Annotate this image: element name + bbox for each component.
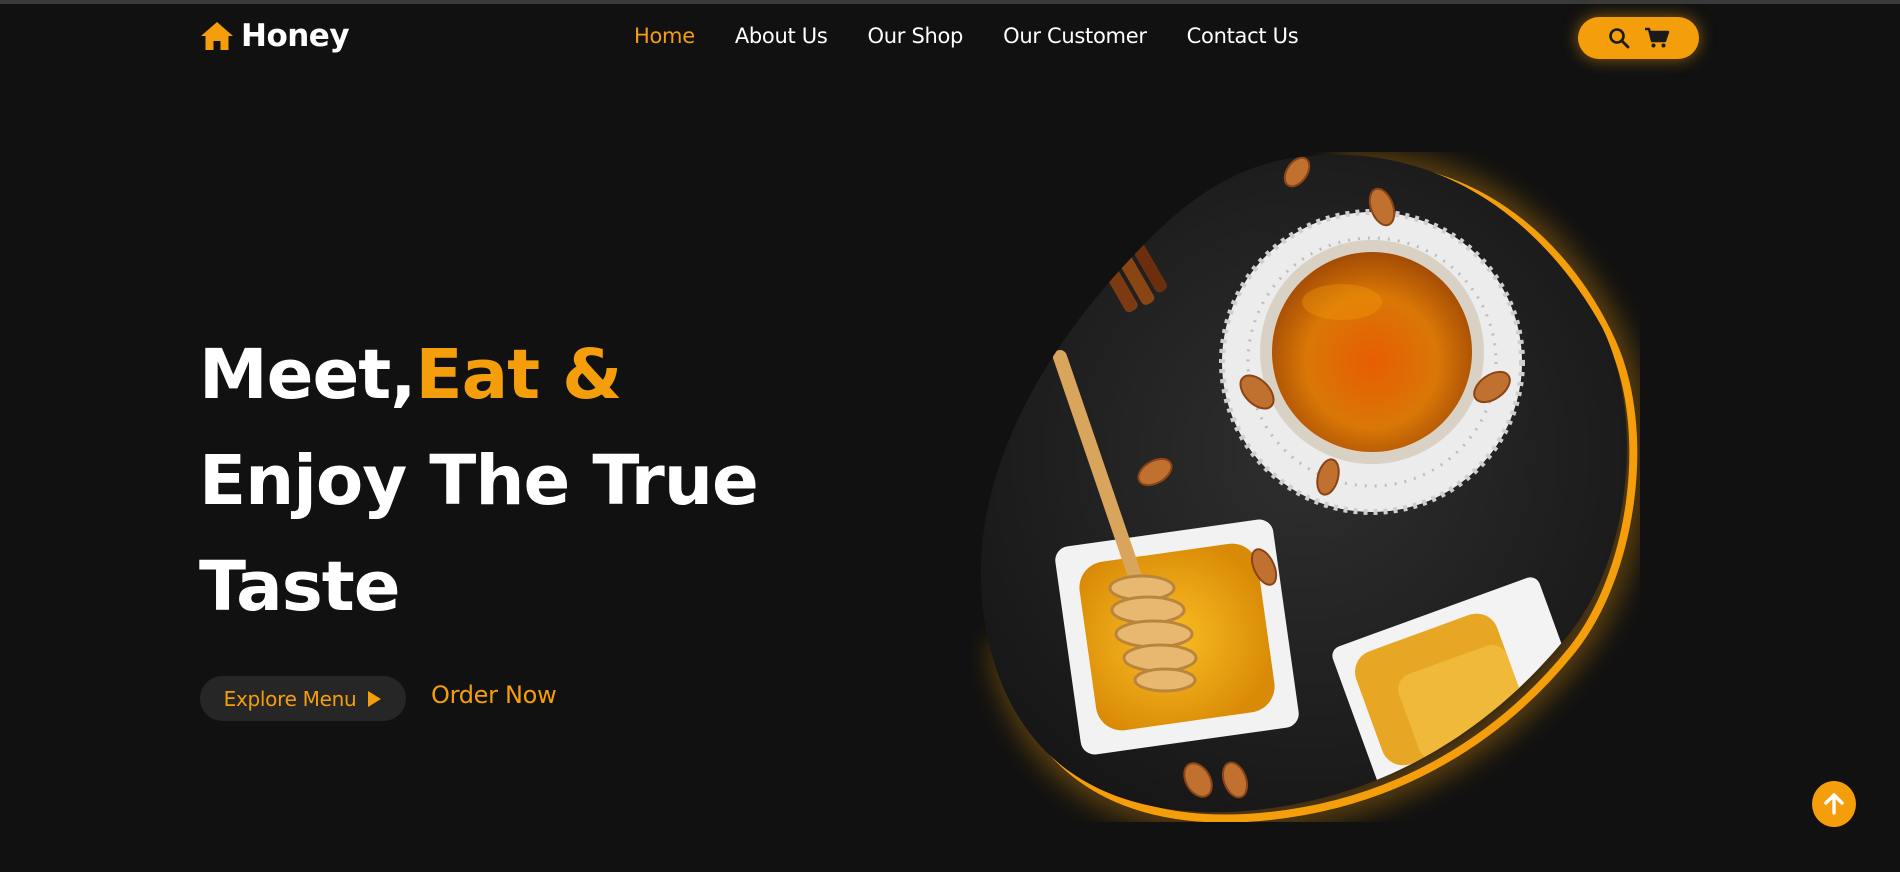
- explore-menu-label: Explore Menu: [223, 686, 357, 711]
- nav-item-contact-us[interactable]: Contact Us: [1187, 24, 1299, 48]
- hero-title-line2: Enjoy The True: [199, 441, 759, 521]
- nav-links: Home About Us Our Shop Our Customer Cont…: [634, 24, 1299, 48]
- nav-item-about-us[interactable]: About Us: [735, 24, 828, 48]
- order-now-link[interactable]: Order Now: [431, 681, 557, 709]
- nav-actions: [1578, 17, 1699, 59]
- hero-image: [972, 152, 1640, 822]
- hero-title-line3: Taste: [199, 547, 401, 627]
- scroll-top-button[interactable]: [1812, 781, 1856, 827]
- logo[interactable]: Honey: [199, 18, 350, 54]
- explore-menu-button[interactable]: Explore Menu: [200, 676, 406, 721]
- nav-item-home[interactable]: Home: [634, 24, 695, 48]
- hero-title-part1: Meet,: [199, 335, 416, 415]
- hero-title: Meet,Eat & Enjoy The True Taste: [199, 322, 819, 640]
- nav-item-our-customer[interactable]: Our Customer: [1003, 24, 1147, 48]
- logo-text: Honey: [241, 18, 350, 54]
- search-icon[interactable]: [1608, 27, 1630, 49]
- navbar: Honey Home About Us Our Shop Our Custome…: [0, 4, 1900, 70]
- cart-icon[interactable]: [1644, 27, 1670, 49]
- play-icon: [368, 690, 382, 707]
- hero-title-accent: Eat &: [415, 335, 622, 415]
- home-icon: [201, 22, 233, 50]
- nav-item-our-shop[interactable]: Our Shop: [868, 24, 964, 48]
- arrow-up-icon: [1824, 793, 1844, 815]
